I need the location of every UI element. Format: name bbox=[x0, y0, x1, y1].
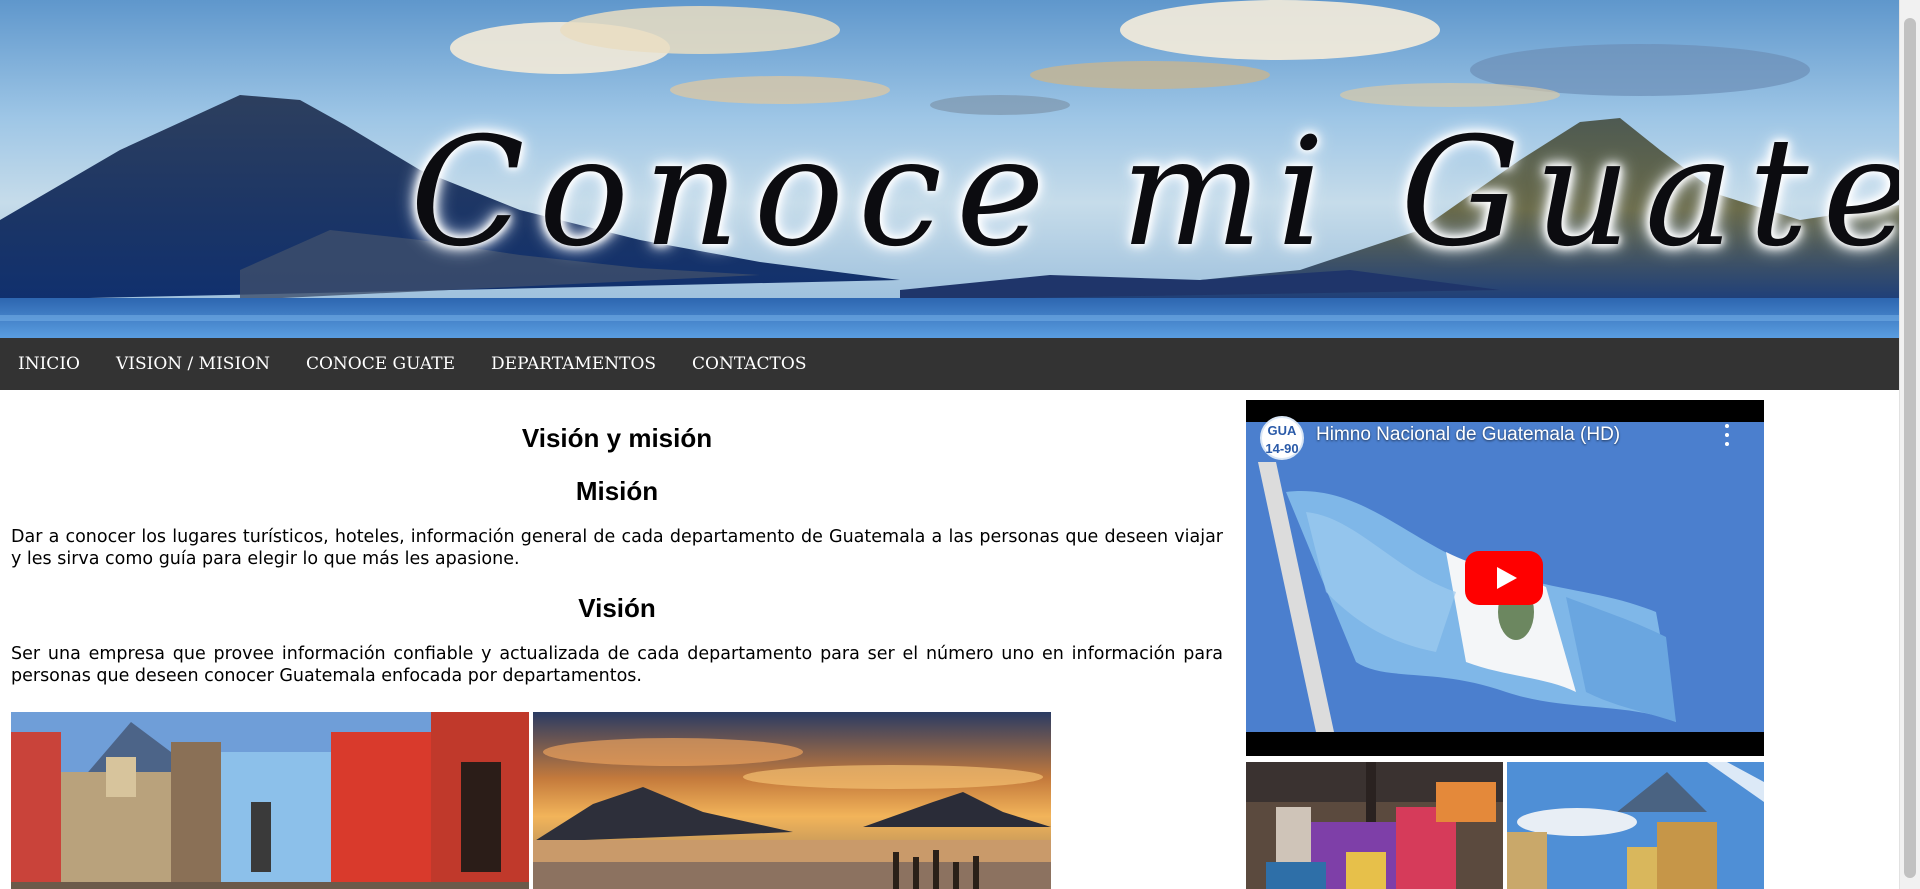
channel-avatar[interactable]: GUA 14-90 bbox=[1260, 416, 1304, 460]
scrollbar-thumb[interactable] bbox=[1904, 18, 1916, 878]
antigua-arch-photo bbox=[1507, 762, 1764, 889]
vision-heading: Visión bbox=[578, 593, 656, 623]
header-banner: Conoce mi Guate bbox=[0, 0, 1899, 338]
vision-text: Ser una empresa que provee información c… bbox=[11, 644, 1223, 686]
photo-gallery bbox=[11, 712, 1051, 889]
weaver-photo bbox=[1246, 762, 1503, 889]
page-title: Visión y misión bbox=[521, 423, 713, 453]
nav-item-vision-mision[interactable]: VISION / MISION bbox=[98, 338, 288, 390]
mision-heading: Misión bbox=[575, 476, 659, 506]
mision-text: Dar a conocer los lugares turísticos, ho… bbox=[11, 527, 1223, 569]
youtube-video-embed[interactable]: GUA 14-90 Himno Nacional de Guatemala (H… bbox=[1246, 400, 1764, 756]
nav-item-inicio[interactable]: INICIO bbox=[0, 338, 98, 390]
nav-item-contactos[interactable]: CONTACTOS bbox=[674, 338, 824, 390]
nav-item-conoce-guate[interactable]: CONOCE GUATE bbox=[288, 338, 473, 390]
lake-atitlan-photo bbox=[533, 712, 1051, 889]
site-title: Conoce mi Guate bbox=[410, 106, 1899, 280]
antigua-street-photo bbox=[11, 712, 529, 889]
play-icon[interactable] bbox=[1465, 551, 1543, 605]
page-scrollbar[interactable] bbox=[1899, 0, 1920, 889]
video-title[interactable]: Himno Nacional de Guatemala (HD) bbox=[1316, 424, 1620, 446]
more-vert-icon[interactable] bbox=[1722, 424, 1732, 446]
main-navbar: INICIO VISION / MISION CONOCE GUATE DEPA… bbox=[0, 338, 1899, 390]
main-content: Visión y misión Misión Dar a conocer los… bbox=[11, 390, 1223, 889]
sidebar-photo-gallery bbox=[1246, 762, 1764, 889]
nav-item-departamentos[interactable]: DEPARTAMENTOS bbox=[473, 338, 674, 390]
